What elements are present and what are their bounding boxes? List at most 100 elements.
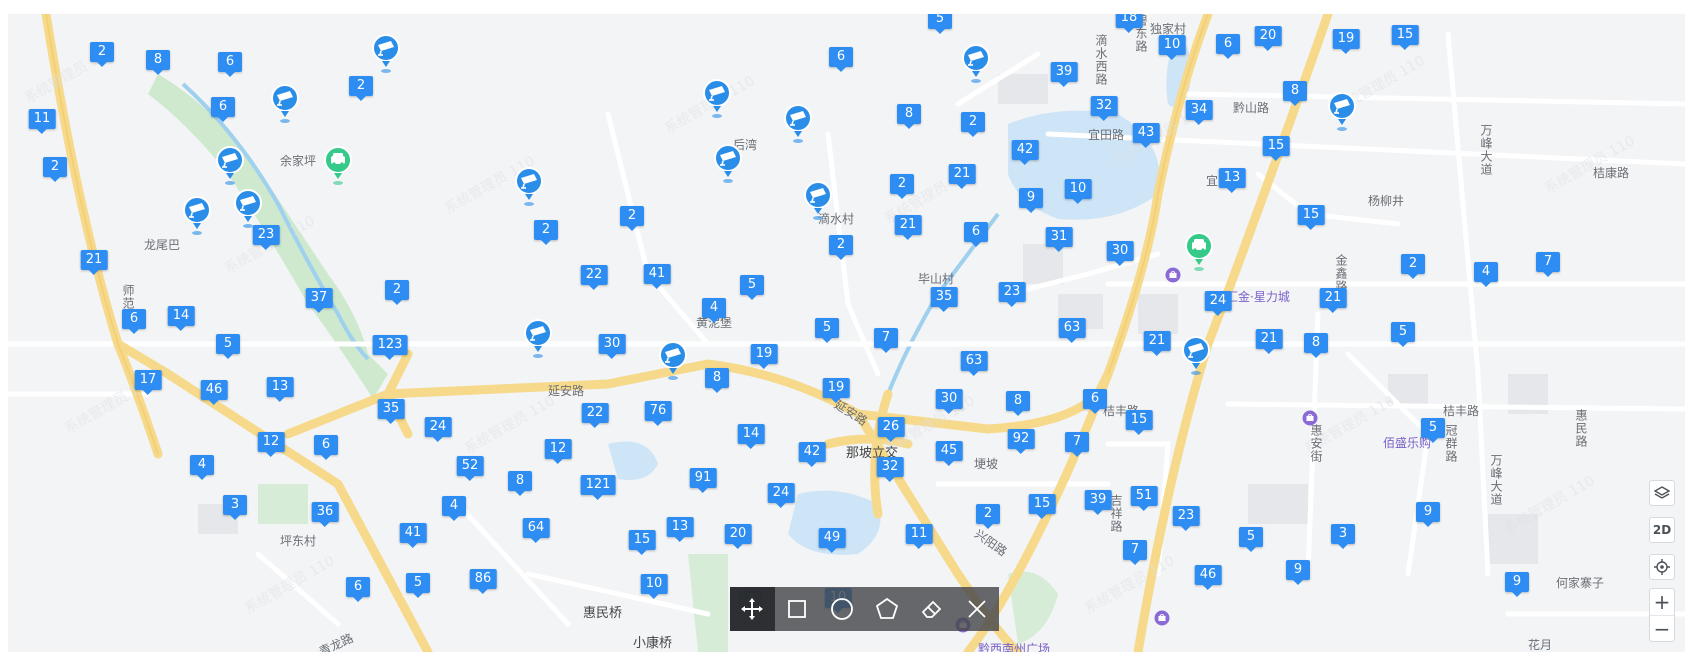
- parking-pin-icon[interactable]: [1184, 232, 1214, 272]
- cluster-marker[interactable]: 2: [385, 280, 409, 305]
- poi-label-square[interactable]: 黔西南州广场: [978, 640, 1050, 652]
- zoom-out-button[interactable]: −: [1650, 615, 1674, 642]
- camera-pin-icon[interactable]: [233, 189, 263, 229]
- camera-pin-icon[interactable]: [1327, 92, 1357, 132]
- cluster-marker[interactable]: 42: [1011, 140, 1039, 165]
- cluster-marker[interactable]: 49: [818, 528, 846, 553]
- cluster-marker[interactable]: 76: [644, 401, 672, 426]
- cluster-marker[interactable]: 2: [620, 206, 644, 231]
- cluster-marker[interactable]: 35: [930, 287, 958, 312]
- cluster-marker[interactable]: 39: [1050, 62, 1078, 87]
- cluster-marker[interactable]: 13: [666, 517, 694, 542]
- cluster-marker[interactable]: 12: [257, 432, 285, 457]
- cluster-marker[interactable]: 6: [829, 47, 853, 72]
- cluster-marker[interactable]: 121: [580, 475, 616, 500]
- cluster-marker[interactable]: 21: [894, 215, 922, 240]
- cluster-marker[interactable]: 5: [1391, 322, 1415, 347]
- camera-pin-icon[interactable]: [270, 84, 300, 124]
- cluster-marker[interactable]: 5: [740, 275, 764, 300]
- cluster-marker[interactable]: 64: [522, 518, 550, 543]
- cluster-marker[interactable]: 5: [928, 14, 952, 34]
- cluster-marker[interactable]: 10: [1064, 179, 1092, 204]
- cluster-marker[interactable]: 2: [90, 42, 114, 67]
- cluster-marker[interactable]: 20: [1254, 26, 1282, 51]
- cluster-marker[interactable]: 30: [598, 334, 626, 359]
- parking-pin-icon[interactable]: [323, 146, 353, 186]
- cluster-marker[interactable]: 3: [223, 495, 247, 520]
- cluster-marker[interactable]: 6: [218, 52, 242, 77]
- cluster-marker[interactable]: 6: [964, 222, 988, 247]
- camera-pin-icon[interactable]: [215, 146, 245, 186]
- cluster-marker[interactable]: 14: [167, 306, 195, 331]
- cluster-marker[interactable]: 10: [1158, 35, 1186, 60]
- cluster-marker[interactable]: 92: [1007, 429, 1035, 454]
- cluster-marker[interactable]: 3: [1331, 524, 1355, 549]
- cluster-marker[interactable]: 63: [960, 351, 988, 376]
- cluster-marker[interactable]: 4: [190, 455, 214, 480]
- shopping-poi-icon[interactable]: [1154, 610, 1170, 628]
- rectangle-tool-button[interactable]: [775, 587, 820, 631]
- locate-button[interactable]: [1649, 554, 1675, 580]
- cluster-marker[interactable]: 21: [80, 250, 108, 275]
- camera-pin-icon[interactable]: [803, 181, 833, 221]
- polygon-tool-button[interactable]: [864, 587, 909, 631]
- cluster-marker[interactable]: 18: [1115, 14, 1143, 33]
- cluster-marker[interactable]: 15: [1028, 494, 1056, 519]
- cluster-marker[interactable]: 21: [1143, 331, 1171, 356]
- cluster-marker[interactable]: 7: [1065, 432, 1089, 457]
- cluster-marker[interactable]: 2: [976, 504, 1000, 529]
- cluster-marker[interactable]: 7: [874, 328, 898, 353]
- cluster-marker[interactable]: 5: [1239, 527, 1263, 552]
- cluster-marker[interactable]: 8: [508, 471, 532, 496]
- eraser-tool-button[interactable]: [909, 587, 954, 631]
- cluster-marker[interactable]: 52: [456, 456, 484, 481]
- cluster-marker[interactable]: 9: [1019, 188, 1043, 213]
- cluster-marker[interactable]: 4: [702, 298, 726, 323]
- cluster-marker[interactable]: 86: [469, 569, 497, 594]
- cluster-marker[interactable]: 22: [581, 403, 609, 428]
- cluster-marker[interactable]: 22: [580, 265, 608, 290]
- cluster-marker[interactable]: 26: [877, 417, 905, 442]
- cluster-marker[interactable]: 6: [1083, 389, 1107, 414]
- layers-button[interactable]: [1649, 480, 1675, 506]
- cluster-marker[interactable]: 36: [311, 502, 339, 527]
- cluster-marker[interactable]: 23: [998, 282, 1026, 307]
- camera-pin-icon[interactable]: [1181, 336, 1211, 376]
- cluster-marker[interactable]: 8: [146, 50, 170, 75]
- cluster-marker[interactable]: 13: [1218, 168, 1246, 193]
- cluster-marker[interactable]: 15: [1125, 410, 1153, 435]
- cluster-marker[interactable]: 2: [349, 76, 373, 101]
- cluster-marker[interactable]: 8: [1283, 81, 1307, 106]
- cluster-marker[interactable]: 2: [829, 235, 853, 260]
- cluster-marker[interactable]: 5: [1421, 418, 1445, 443]
- cluster-marker[interactable]: 21: [1255, 329, 1283, 354]
- cluster-marker[interactable]: 6: [314, 435, 338, 460]
- cluster-marker[interactable]: 19: [1332, 29, 1360, 54]
- cluster-marker[interactable]: 123: [372, 335, 408, 360]
- cluster-marker[interactable]: 14: [737, 424, 765, 449]
- cluster-marker[interactable]: 23: [1172, 506, 1200, 531]
- shopping-poi-icon[interactable]: [1165, 267, 1181, 285]
- camera-pin-icon[interactable]: [523, 319, 553, 359]
- cluster-marker[interactable]: 13: [266, 377, 294, 402]
- cluster-marker[interactable]: 51: [1130, 486, 1158, 511]
- cluster-marker[interactable]: 15: [1297, 205, 1325, 230]
- cluster-marker[interactable]: 15: [1262, 136, 1290, 161]
- cluster-marker[interactable]: 7: [1123, 540, 1147, 565]
- cluster-marker[interactable]: 7: [1536, 252, 1560, 277]
- cluster-marker[interactable]: 15: [628, 530, 656, 555]
- cluster-marker[interactable]: 46: [1194, 565, 1222, 590]
- cluster-marker[interactable]: 2: [890, 174, 914, 199]
- camera-pin-icon[interactable]: [713, 144, 743, 184]
- move-tool-button[interactable]: [730, 587, 775, 631]
- cluster-marker[interactable]: 46: [200, 380, 228, 405]
- cluster-marker[interactable]: 6: [211, 97, 235, 122]
- cluster-marker[interactable]: 35: [377, 399, 405, 424]
- cluster-marker[interactable]: 41: [399, 523, 427, 548]
- cluster-marker[interactable]: 8: [1006, 391, 1030, 416]
- cluster-marker[interactable]: 34: [1185, 100, 1213, 125]
- zoom-in-button[interactable]: +: [1650, 589, 1674, 615]
- cluster-marker[interactable]: 19: [750, 344, 778, 369]
- cluster-marker[interactable]: 17: [134, 370, 162, 395]
- cluster-marker[interactable]: 9: [1416, 502, 1440, 527]
